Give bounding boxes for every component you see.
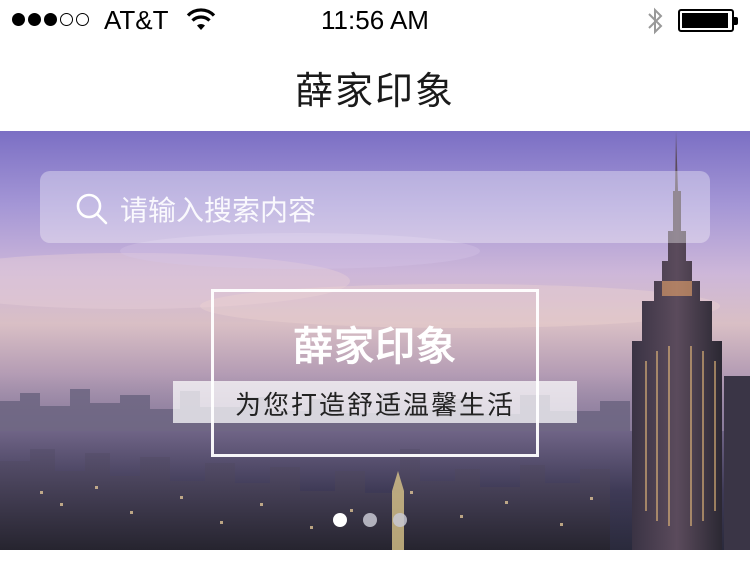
search-input[interactable]: 请输入搜索内容 (40, 171, 710, 243)
battery-icon (678, 9, 738, 32)
promo-title: 薛家印象 (293, 323, 457, 370)
pager-dot[interactable] (393, 513, 407, 527)
pager-dot[interactable] (363, 513, 377, 527)
banner-carousel[interactable]: 请输入搜索内容 薛家印象 为您打造舒适温馨生活 (0, 131, 750, 550)
navigation-bar: 薛家印象 (0, 40, 750, 131)
content-area (0, 550, 750, 581)
page-title: 薛家印象 (294, 69, 455, 113)
status-bar: AT&T 11:56 AM (0, 0, 750, 40)
search-icon (76, 193, 108, 225)
pager-dot[interactable] (333, 513, 347, 527)
bluetooth-icon (648, 7, 663, 35)
promo-frame: 薛家印象 (211, 289, 539, 457)
battery-level-fill (682, 13, 728, 28)
carousel-pager (333, 513, 407, 527)
search-placeholder: 请输入搜索内容 (120, 194, 317, 227)
status-time: 11:56 AM (321, 5, 429, 35)
promo-subtitle: 为您打造舒适温馨生活 (234, 391, 515, 421)
